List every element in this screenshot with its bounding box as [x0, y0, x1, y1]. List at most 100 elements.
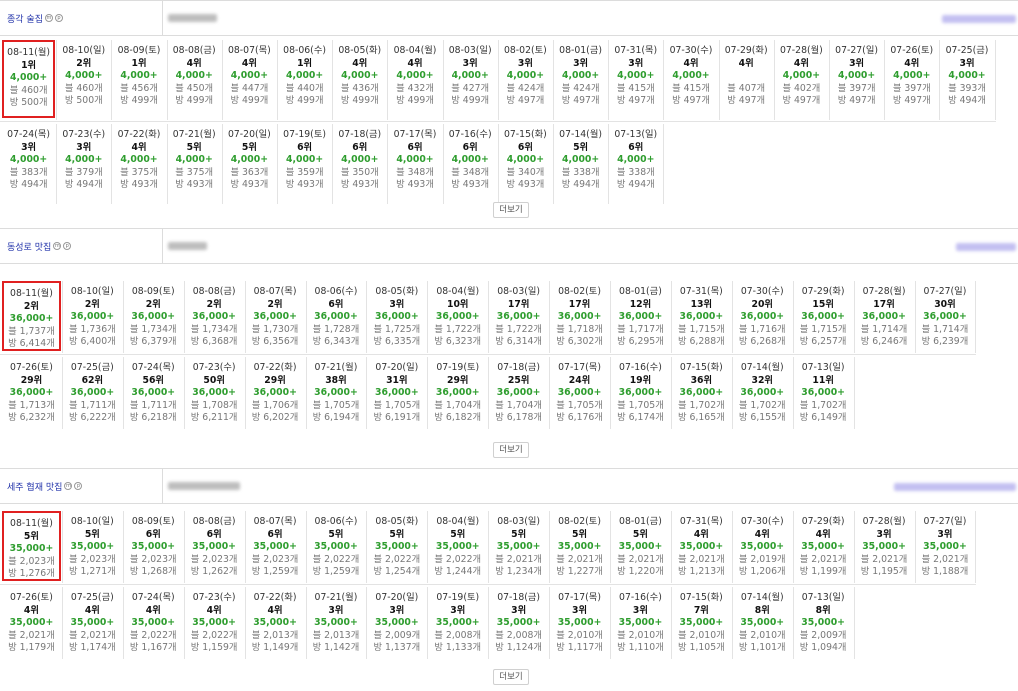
- rank-cell[interactable]: 08-09(토) 1위 4,000+ 블 456개 방 499개: [112, 40, 165, 118]
- rank-cell[interactable]: 07-28(월) 3위 35,000+ 블 2,021개 방 1,195개: [855, 511, 914, 581]
- mobile-icon[interactable]: m: [64, 482, 73, 490]
- more-button[interactable]: 더보기: [493, 202, 529, 218]
- rank-cell[interactable]: 08-05(화) 5위 35,000+ 블 2,022개 방 1,254개: [367, 511, 426, 581]
- rank-cell[interactable]: 07-30(수) 20위 36,000+ 블 1,716개 방 6,268개: [733, 281, 792, 351]
- rank-cell[interactable]: 07-26(토) 4위 35,000+ 블 2,021개 방 1,179개: [2, 587, 61, 657]
- rank-cell[interactable]: 08-11(월) 1위 4,000+ 블 460개 방 500개: [2, 40, 56, 118]
- rank-cell[interactable]: 07-30(수) 4위 4,000+ 블 415개 방 497개: [664, 40, 717, 118]
- rank-cell[interactable]: 08-03(일) 17위 36,000+ 블 1,722개 방 6,314개: [489, 281, 548, 351]
- rank-cell[interactable]: 07-22(화) 29위 36,000+ 블 1,706개 방 6,202개: [246, 357, 305, 427]
- rank-cell[interactable]: 07-29(화) 4위 블 407개 방 497개: [720, 40, 773, 118]
- rank-cell[interactable]: 07-31(목) 3위 4,000+ 블 415개 방 497개: [609, 40, 662, 118]
- rank-cell[interactable]: 08-08(금) 6위 35,000+ 블 2,023개 방 1,262개: [185, 511, 244, 581]
- rank-cell[interactable]: 07-29(화) 15위 36,000+ 블 1,715개 방 6,257개: [794, 281, 853, 351]
- rank-cell[interactable]: 07-29(화) 4위 35,000+ 블 2,021개 방 1,199개: [794, 511, 853, 581]
- rank-cell[interactable]: 08-02(토) 5위 35,000+ 블 2,021개 방 1,227개: [550, 511, 609, 581]
- rank-cell[interactable]: 07-22(화) 4위 4,000+ 블 375개 방 493개: [112, 124, 165, 202]
- rank-cell[interactable]: 07-13(일) 6위 4,000+ 블 338개 방 494개: [609, 124, 662, 202]
- rank-cell[interactable]: 07-20(일) 31위 36,000+ 블 1,705개 방 6,191개: [367, 357, 426, 427]
- rank-cell[interactable]: 07-24(목) 3위 4,000+ 블 383개 방 494개: [2, 124, 55, 202]
- rank-cell[interactable]: 07-20(일) 5위 4,000+ 블 363개 방 493개: [223, 124, 276, 202]
- rank-cell[interactable]: 08-06(수) 1위 4,000+ 블 440개 방 499개: [278, 40, 331, 118]
- rank-cell[interactable]: 08-11(월) 5위 35,000+ 블 2,023개 방 1,276개: [2, 511, 61, 581]
- rank-cell[interactable]: 07-18(금) 6위 4,000+ 블 350개 방 493개: [333, 124, 386, 202]
- rank-cell[interactable]: 08-11(월) 2위 36,000+ 블 1,737개 방 6,414개: [2, 281, 61, 351]
- rank-cell[interactable]: 07-17(목) 3위 35,000+ 블 2,010개 방 1,117개: [550, 587, 609, 657]
- rank-cell[interactable]: 07-18(금) 3위 35,000+ 블 2,008개 방 1,124개: [489, 587, 548, 657]
- rank-cell[interactable]: 07-26(토) 4위 4,000+ 블 397개 방 497개: [885, 40, 938, 118]
- rank-cell[interactable]: 08-10(일) 2위 4,000+ 블 460개 방 500개: [57, 40, 110, 118]
- rank-cell[interactable]: 07-19(토) 3위 35,000+ 블 2,008개 방 1,133개: [428, 587, 487, 657]
- rank-cell[interactable]: 07-15(화) 6위 4,000+ 블 340개 방 493개: [499, 124, 552, 202]
- rank-cell[interactable]: 07-27(일) 3위 35,000+ 블 2,021개 방 1,188개: [916, 511, 975, 581]
- rank-cell[interactable]: 08-07(목) 4위 4,000+ 블 447개 방 499개: [223, 40, 276, 118]
- mobile-icon[interactable]: m: [44, 14, 53, 22]
- pc-icon[interactable]: p: [54, 14, 63, 22]
- rank-cell[interactable]: 07-31(목) 13위 36,000+ 블 1,715개 방 6,288개: [672, 281, 731, 351]
- rank-cell[interactable]: 07-16(수) 6위 4,000+ 블 348개 방 493개: [444, 124, 497, 202]
- rank-cell[interactable]: 07-17(목) 6위 4,000+ 블 348개 방 493개: [388, 124, 441, 202]
- rank-cell[interactable]: 07-14(월) 32위 36,000+ 블 1,702개 방 6,155개: [733, 357, 792, 427]
- rank-cell[interactable]: 07-30(수) 4위 35,000+ 블 2,019개 방 1,206개: [733, 511, 792, 581]
- rank-cell[interactable]: 07-14(월) 8위 35,000+ 블 2,010개 방 1,101개: [733, 587, 792, 657]
- rank-cell[interactable]: 07-25(금) 3위 4,000+ 블 393개 방 494개: [940, 40, 993, 118]
- rank-cell[interactable]: 07-14(월) 5위 4,000+ 블 338개 방 494개: [554, 124, 607, 202]
- rank-cell[interactable]: 07-25(금) 4위 35,000+ 블 2,021개 방 1,174개: [63, 587, 122, 657]
- rank-cell[interactable]: 08-07(목) 6위 35,000+ 블 2,023개 방 1,259개: [246, 511, 305, 581]
- rank-cell[interactable]: 08-05(화) 4위 4,000+ 블 436개 방 499개: [333, 40, 386, 118]
- rank-cell[interactable]: 07-15(화) 7위 35,000+ 블 2,010개 방 1,105개: [672, 587, 731, 657]
- rank-cell[interactable]: 08-06(수) 5위 35,000+ 블 2,022개 방 1,259개: [307, 511, 366, 581]
- rank-cell[interactable]: 07-20(일) 3위 35,000+ 블 2,009개 방 1,137개: [367, 587, 426, 657]
- rank-cell[interactable]: 07-27(일) 3위 4,000+ 블 397개 방 497개: [830, 40, 883, 118]
- rank-cell[interactable]: 07-28(월) 17위 36,000+ 블 1,714개 방 6,246개: [855, 281, 914, 351]
- rank-cell[interactable]: 08-01(금) 3위 4,000+ 블 424개 방 497개: [554, 40, 607, 118]
- keyword-title[interactable]: 동성로 맛집 m p: [0, 229, 163, 263]
- rank-cell[interactable]: 08-02(토) 17위 36,000+ 블 1,718개 방 6,302개: [550, 281, 609, 351]
- rank-cell[interactable]: 07-24(목) 4위 35,000+ 블 2,022개 방 1,167개: [124, 587, 183, 657]
- rank-cell[interactable]: 08-05(화) 3위 36,000+ 블 1,725개 방 6,335개: [367, 281, 426, 351]
- rank-cell[interactable]: 08-09(토) 6위 35,000+ 블 2,023개 방 1,268개: [124, 511, 183, 581]
- rank-cell[interactable]: 07-27(일) 30위 36,000+ 블 1,714개 방 6,239개: [916, 281, 975, 351]
- pc-icon[interactable]: p: [63, 242, 72, 250]
- rank-cell[interactable]: 08-10(일) 2위 36,000+ 블 1,736개 방 6,400개: [63, 281, 122, 351]
- rank-cell[interactable]: 07-23(수) 3위 4,000+ 블 379개 방 494개: [57, 124, 110, 202]
- rank-cell[interactable]: 07-19(토) 29위 36,000+ 블 1,704개 방 6,182개: [428, 357, 487, 427]
- rank-cell[interactable]: 07-24(목) 56위 36,000+ 블 1,711개 방 6,218개: [124, 357, 183, 427]
- rank-cell[interactable]: 08-09(토) 2위 36,000+ 블 1,734개 방 6,379개: [124, 281, 183, 351]
- rank-cell[interactable]: 08-03(일) 3위 4,000+ 블 427개 방 499개: [444, 40, 497, 118]
- rank-cell[interactable]: 07-28(월) 4위 4,000+ 블 402개 방 497개: [775, 40, 828, 118]
- rank-cell[interactable]: 08-02(토) 3위 4,000+ 블 424개 방 497개: [499, 40, 552, 118]
- rank-cell[interactable]: 07-21(월) 3위 35,000+ 블 2,013개 방 1,142개: [307, 587, 366, 657]
- rank-cell[interactable]: 08-04(월) 5위 35,000+ 블 2,022개 방 1,244개: [428, 511, 487, 581]
- rank-cell[interactable]: 07-17(목) 24위 36,000+ 블 1,705개 방 6,176개: [550, 357, 609, 427]
- rank-cell[interactable]: 08-01(금) 5위 35,000+ 블 2,021개 방 1,220개: [611, 511, 670, 581]
- rank-cell[interactable]: 07-18(금) 25위 36,000+ 블 1,704개 방 6,178개: [489, 357, 548, 427]
- rank-cell[interactable]: 07-22(화) 4위 35,000+ 블 2,013개 방 1,149개: [246, 587, 305, 657]
- rank-cell[interactable]: 07-13(일) 11위 36,000+ 블 1,702개 방 6,149개: [794, 357, 853, 427]
- rank-cell[interactable]: 08-03(일) 5위 35,000+ 블 2,021개 방 1,234개: [489, 511, 548, 581]
- mobile-icon[interactable]: m: [53, 242, 62, 250]
- rank-cell[interactable]: 08-04(월) 4위 4,000+ 블 432개 방 499개: [388, 40, 441, 118]
- rank-cell[interactable]: 07-13(일) 8위 35,000+ 블 2,009개 방 1,094개: [794, 587, 853, 657]
- rank-cell[interactable]: 07-25(금) 62위 36,000+ 블 1,711개 방 6,222개: [63, 357, 122, 427]
- rank-cell[interactable]: 08-07(목) 2위 36,000+ 블 1,730개 방 6,356개: [246, 281, 305, 351]
- rank-cell[interactable]: 07-23(수) 4위 35,000+ 블 2,022개 방 1,159개: [185, 587, 244, 657]
- rank-cell[interactable]: 07-26(토) 29위 36,000+ 블 1,713개 방 6,232개: [2, 357, 61, 427]
- pc-icon[interactable]: p: [74, 482, 83, 490]
- rank-cell[interactable]: 07-21(월) 5위 4,000+ 블 375개 방 493개: [168, 124, 221, 202]
- rank-cell[interactable]: 07-19(토) 6위 4,000+ 블 359개 방 493개: [278, 124, 331, 202]
- rank-cell[interactable]: 08-08(금) 4위 4,000+ 블 450개 방 499개: [168, 40, 221, 118]
- rank-cell[interactable]: 07-15(화) 36위 36,000+ 블 1,702개 방 6,165개: [672, 357, 731, 427]
- more-button[interactable]: 더보기: [493, 669, 529, 685]
- rank-cell[interactable]: 07-21(월) 38위 36,000+ 블 1,705개 방 6,194개: [307, 357, 366, 427]
- keyword-title[interactable]: 종각 술집 m p: [0, 1, 163, 35]
- rank-cell[interactable]: 08-10(일) 5위 35,000+ 블 2,023개 방 1,271개: [63, 511, 122, 581]
- keyword-title[interactable]: 세주 협재 맛집 m p: [0, 469, 163, 503]
- rank-cell[interactable]: 07-31(목) 4위 35,000+ 블 2,021개 방 1,213개: [672, 511, 731, 581]
- more-button[interactable]: 더보기: [493, 442, 529, 458]
- rank-cell[interactable]: 08-01(금) 12위 36,000+ 블 1,717개 방 6,295개: [611, 281, 670, 351]
- rank-cell[interactable]: 07-16(수) 3위 35,000+ 블 2,010개 방 1,110개: [611, 587, 670, 657]
- rank-cell[interactable]: 07-23(수) 50위 36,000+ 블 1,708개 방 6,211개: [185, 357, 244, 427]
- rank-cell[interactable]: 08-08(금) 2위 36,000+ 블 1,734개 방 6,368개: [185, 281, 244, 351]
- rank-cell[interactable]: 08-04(월) 10위 36,000+ 블 1,722개 방 6,323개: [428, 281, 487, 351]
